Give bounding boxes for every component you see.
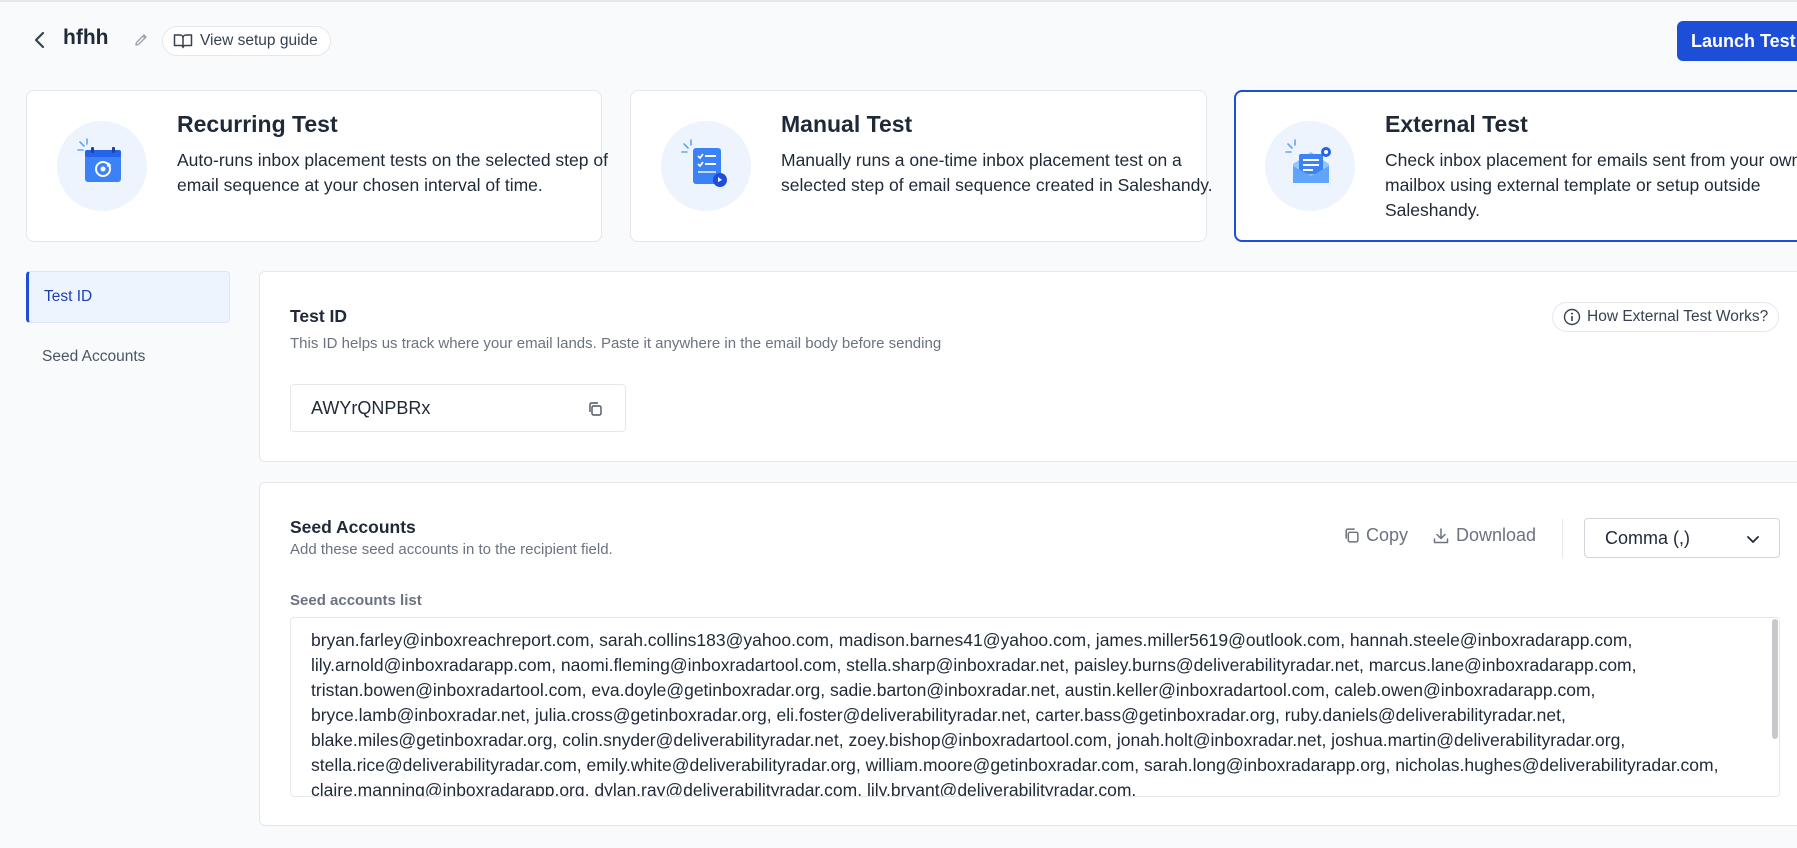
download-label: Download	[1456, 525, 1537, 545]
divider	[1562, 519, 1563, 557]
card-description: Auto-runs inbox placement tests on the s…	[177, 150, 608, 195]
test-id-value: AWYrQNPBRx	[311, 397, 431, 418]
envelope-open-icon	[1285, 139, 1331, 183]
info-icon	[1563, 308, 1581, 326]
test-id-subtitle: This ID helps us track where your email …	[290, 335, 942, 352]
card-description: Check inbox placement for emails sent fr…	[1385, 150, 1797, 220]
book-open-icon	[173, 34, 193, 49]
chevron-down-icon	[1747, 536, 1759, 543]
copy-label: Copy	[1366, 525, 1409, 545]
recurring-test-icon-circle	[57, 121, 147, 211]
seed-accounts-title: Seed Accounts	[290, 517, 416, 537]
copy-test-id-button[interactable]	[585, 399, 605, 419]
how-external-test-works-button[interactable]: How External Test Works?	[1552, 302, 1780, 332]
download-seed-accounts-button[interactable]: Download	[1432, 525, 1536, 546]
view-setup-guide-label: View setup guide	[200, 32, 318, 49]
seed-accounts-scrollbar[interactable]	[1772, 619, 1778, 739]
card-title: Manual Test	[781, 111, 913, 137]
card-title: External Test	[1385, 111, 1528, 137]
test-id-field[interactable]: AWYrQNPBRx	[290, 384, 626, 432]
seed-accounts-list-label: Seed accounts list	[290, 592, 422, 609]
download-icon	[1433, 527, 1449, 543]
copy-icon	[589, 402, 602, 416]
card-description: Manually runs a one-time inbox placement…	[781, 150, 1213, 195]
nav-item-test-id[interactable]: Test ID	[26, 271, 230, 323]
launch-test-button[interactable]: Launch Test	[1677, 21, 1797, 61]
recurring-test-card[interactable]: Recurring Test Auto-runs inbox placement…	[26, 90, 608, 242]
card-title: Recurring Test	[177, 111, 338, 137]
external-test-card[interactable]: External Test Check inbox placement for …	[1234, 90, 1797, 242]
seed-accounts-panel: Seed Accounts Add these seed accounts in…	[259, 482, 1797, 826]
test-id-title: Test ID	[290, 306, 348, 326]
copy-seed-accounts-button[interactable]: Copy	[1343, 525, 1408, 546]
nav-item-seed-accounts[interactable]: Seed Accounts	[26, 331, 230, 383]
chevron-left-icon	[34, 31, 45, 49]
manual-test-card[interactable]: Manual Test Manually runs a one-time inb…	[630, 90, 1213, 242]
separator-selected-value: Comma (,)	[1605, 527, 1690, 548]
back-button[interactable]	[28, 28, 52, 52]
seed-accounts-textarea[interactable]: bryan.farley@inboxreachreport.com, sarah…	[290, 617, 1780, 797]
copy-icon	[1345, 528, 1359, 543]
test-id-panel: Test ID This ID helps us track where you…	[259, 271, 1797, 462]
seed-accounts-subtitle: Add these seed accounts in to the recipi…	[290, 541, 613, 558]
edit-title-button[interactable]	[131, 30, 151, 50]
external-test-icon-circle	[1265, 121, 1355, 211]
page-header: hfhh View setup guide Launch Test	[0, 0, 1797, 80]
view-setup-guide-button[interactable]: View setup guide	[162, 26, 331, 56]
pencil-icon	[135, 34, 147, 46]
page-title: hfhh	[63, 26, 109, 49]
how-external-test-works-label: How External Test Works?	[1587, 308, 1769, 325]
manual-test-icon-circle	[661, 121, 751, 211]
separator-select[interactable]: Comma (,)	[1584, 518, 1780, 558]
calendar-refresh-icon	[77, 138, 121, 182]
checklist-document-icon	[681, 139, 727, 187]
